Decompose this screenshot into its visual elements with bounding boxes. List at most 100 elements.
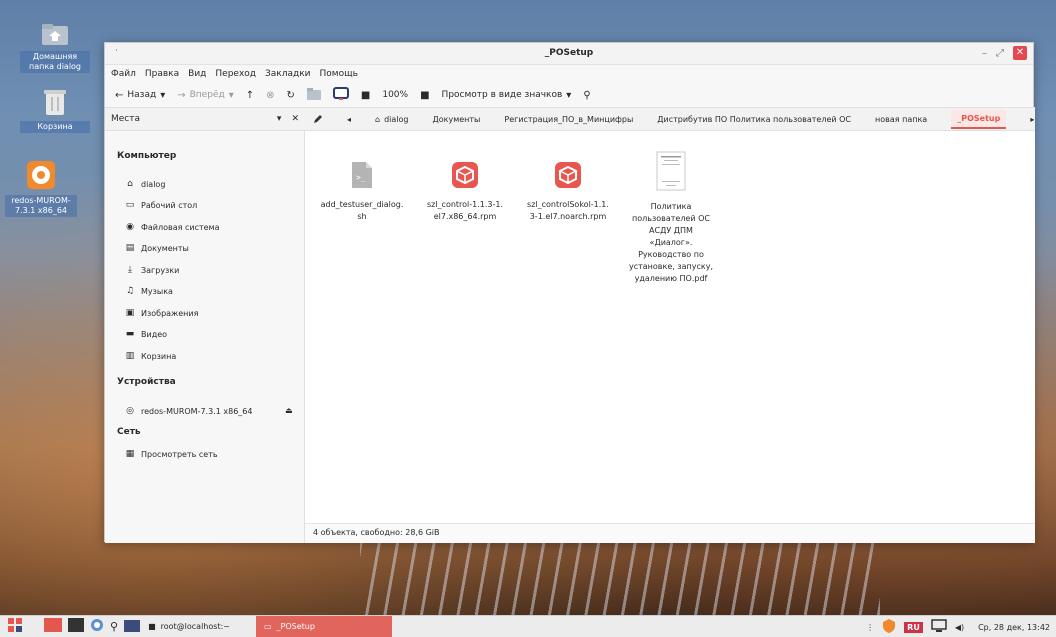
keyboard-layout-indicator[interactable]: RU bbox=[904, 621, 923, 633]
taskbar-task-posetup[interactable]: ▭ _POSetup bbox=[255, 615, 392, 637]
view-mode-select[interactable]: Просмотр в виде значков ▾ bbox=[442, 90, 572, 101]
sidebar-item-documents[interactable]: ▤ Документы bbox=[125, 243, 189, 253]
places-close-icon[interactable]: ✕ bbox=[291, 114, 299, 124]
sidebar-section-computer: Компьютер bbox=[117, 151, 177, 161]
eject-icon[interactable]: ⏏ bbox=[285, 406, 293, 415]
browser-launcher-icon[interactable] bbox=[90, 618, 104, 635]
pdf-document-icon bbox=[626, 151, 716, 195]
sidebar-item-music[interactable]: ♫ Музыка bbox=[125, 286, 173, 296]
breadcrumb-distribution[interactable]: Дистрибутив ПО Политика пользователей ОС bbox=[657, 115, 851, 124]
titlebar[interactable]: · _POSetup – ⤢ ✕ bbox=[105, 43, 1033, 65]
pencil-icon bbox=[314, 115, 322, 123]
network-status-icon[interactable] bbox=[931, 619, 947, 635]
computer-button[interactable] bbox=[332, 86, 349, 104]
sidebar-item-label: Корзина bbox=[141, 351, 177, 361]
file-manager-launcher-icon[interactable] bbox=[124, 618, 141, 635]
apps-menu-icon[interactable] bbox=[8, 618, 22, 635]
forward-button[interactable]: → Вперёд ▾ bbox=[177, 90, 234, 101]
breadcrumb-registration[interactable]: Регистрация_ПО_в_Минцифры bbox=[504, 115, 633, 124]
sidebar-item-desktop[interactable]: ▭ Рабочий стол bbox=[125, 200, 198, 210]
arrow-right-icon: → bbox=[177, 89, 186, 101]
minimize-button[interactable]: – bbox=[982, 48, 987, 59]
show-desktop-icon[interactable] bbox=[44, 618, 62, 635]
zoom-in-button[interactable]: ■ bbox=[420, 90, 429, 101]
file-item-rpm-noarch[interactable]: szl_controlSokol-1.1. 3-1.el7.noarch.rpm bbox=[523, 161, 613, 223]
clock[interactable]: Ср, 28 дек, 13:42 bbox=[978, 623, 1050, 632]
menu-view[interactable]: Вид bbox=[188, 69, 206, 79]
sidebar-item-pictures[interactable]: ▣ Изображения bbox=[125, 308, 199, 318]
up-button[interactable]: ↑ bbox=[246, 90, 254, 101]
menubar: Файл Правка Вид Переход Закладки Помощь bbox=[105, 65, 1033, 83]
sidebar-section-network: Сеть bbox=[117, 427, 141, 437]
status-bar: 4 объекта, свободно: 28,6 GiB bbox=[305, 523, 1035, 543]
file-item-rpm-x86[interactable]: szl_control-1.1.3-1. el7.x86_64.rpm bbox=[420, 161, 510, 223]
update-shield-icon[interactable] bbox=[882, 619, 896, 635]
stop-button[interactable]: ⊗ bbox=[266, 90, 274, 101]
folder-home-icon bbox=[20, 22, 90, 48]
menu-edit[interactable]: Правка bbox=[145, 69, 179, 79]
breadcrumb-posetup[interactable]: _POSetup bbox=[951, 109, 1007, 129]
breadcrumb-forward-icon[interactable]: ▸ bbox=[1030, 115, 1034, 124]
chevron-down-icon: ▾ bbox=[160, 89, 166, 101]
sidebar-item-label: Файловая система bbox=[141, 222, 220, 232]
places-dropdown-icon[interactable]: ▾ bbox=[277, 114, 282, 124]
file-name-line: удалению ПО.pdf bbox=[634, 274, 708, 283]
task-label: root@localhost:~ bbox=[160, 622, 230, 631]
sidebar-item-video[interactable]: ▬ Видео bbox=[125, 329, 167, 339]
desktop-icon-trash[interactable]: Корзина bbox=[20, 88, 90, 133]
arrow-up-icon: ↑ bbox=[245, 89, 255, 101]
zoom-out-button[interactable]: ■ bbox=[361, 90, 370, 101]
desktop-icon: ▭ bbox=[125, 200, 135, 210]
trash-icon bbox=[20, 88, 90, 118]
video-icon: ▬ bbox=[125, 329, 135, 339]
breadcrumb-new-folder[interactable]: новая папка bbox=[875, 115, 927, 124]
sidebar-item-trash[interactable]: ▥ Корзина bbox=[125, 351, 177, 361]
breadcrumb-back-icon[interactable]: ◂ bbox=[347, 115, 351, 124]
desktop-icon-disc[interactable]: redos-MUROM-7.3.1 x86_64 bbox=[5, 160, 77, 217]
home-button[interactable] bbox=[306, 87, 321, 103]
sidebar-section-devices: Устройства bbox=[117, 377, 176, 387]
breadcrumb-dialog[interactable]: ⌂ dialog bbox=[375, 115, 408, 124]
forward-label: Вперёд bbox=[189, 90, 225, 100]
close-button[interactable]: ✕ bbox=[1013, 46, 1027, 60]
search-icon[interactable]: ⚲ bbox=[110, 620, 118, 633]
maximize-button[interactable]: ⤢ bbox=[996, 48, 1004, 59]
back-button[interactable]: ← Назад ▾ bbox=[115, 90, 165, 101]
sidebar-item-filesystem[interactable]: ◉ Файловая система bbox=[125, 222, 219, 232]
desktop-icon-home[interactable]: Домашняя папка dialog bbox=[20, 22, 90, 73]
file-item-script[interactable]: >_ add_testuser_dialog. sh bbox=[317, 161, 407, 223]
breadcrumb-label: dialog bbox=[384, 114, 409, 124]
home-icon: ⌂ bbox=[375, 114, 381, 124]
file-item-pdf[interactable]: Политика пользователей ОС АСДУ ДПМ «Диал… bbox=[626, 151, 716, 285]
sidebar-item-label: dialog bbox=[141, 179, 166, 189]
search-icon: ⚲ bbox=[583, 89, 591, 101]
menu-help[interactable]: Помощь bbox=[320, 69, 358, 79]
reload-button[interactable]: ↻ bbox=[287, 90, 295, 101]
file-view[interactable]: >_ add_testuser_dialog. sh szl_control-1… bbox=[305, 131, 1035, 543]
documents-icon: ▤ bbox=[125, 243, 135, 253]
tray-menu-icon[interactable]: ⋮ bbox=[866, 623, 874, 632]
search-button[interactable]: ⚲ bbox=[583, 90, 590, 101]
taskbar-task-terminal[interactable]: ■ root@localhost:~ bbox=[140, 616, 238, 637]
sidebar-item-label: Изображения bbox=[141, 308, 199, 318]
terminal-launcher-icon[interactable] bbox=[68, 618, 84, 635]
volume-icon[interactable]: ◀) bbox=[955, 623, 964, 632]
breadcrumb-documents[interactable]: Документы bbox=[433, 115, 481, 124]
system-tray: ⋮ RU ◀) Ср, 28 дек, 13:42 bbox=[866, 619, 1050, 635]
home-folder-icon bbox=[306, 87, 321, 103]
menu-file[interactable]: Файл bbox=[111, 69, 136, 79]
edit-path-button[interactable] bbox=[313, 114, 323, 124]
sidebar-item-redos-disc[interactable]: ◎ redos-MUROM-7.3.1 x86_64 bbox=[125, 406, 252, 416]
shell-script-icon: >_ bbox=[317, 161, 407, 193]
sidebar-item-browse-network[interactable]: ▦ Просмотреть сеть bbox=[125, 449, 218, 459]
file-name-line: szl_controlSokol-1.1. bbox=[527, 200, 609, 209]
chevron-down-icon: ▾ bbox=[228, 89, 234, 101]
filesystem-icon: ◉ bbox=[126, 222, 134, 232]
sidebar-item-downloads[interactable]: ⤓ Загрузки bbox=[125, 265, 179, 275]
sidebar-item-label: Документы bbox=[141, 243, 189, 253]
menu-go[interactable]: Переход bbox=[215, 69, 256, 79]
file-name-line: АСДУ ДПМ bbox=[649, 226, 693, 235]
file-name-line: Политика bbox=[650, 202, 692, 211]
menu-bookmarks[interactable]: Закладки bbox=[265, 69, 311, 79]
sidebar-item-dialog[interactable]: ⌂ dialog bbox=[125, 179, 165, 189]
